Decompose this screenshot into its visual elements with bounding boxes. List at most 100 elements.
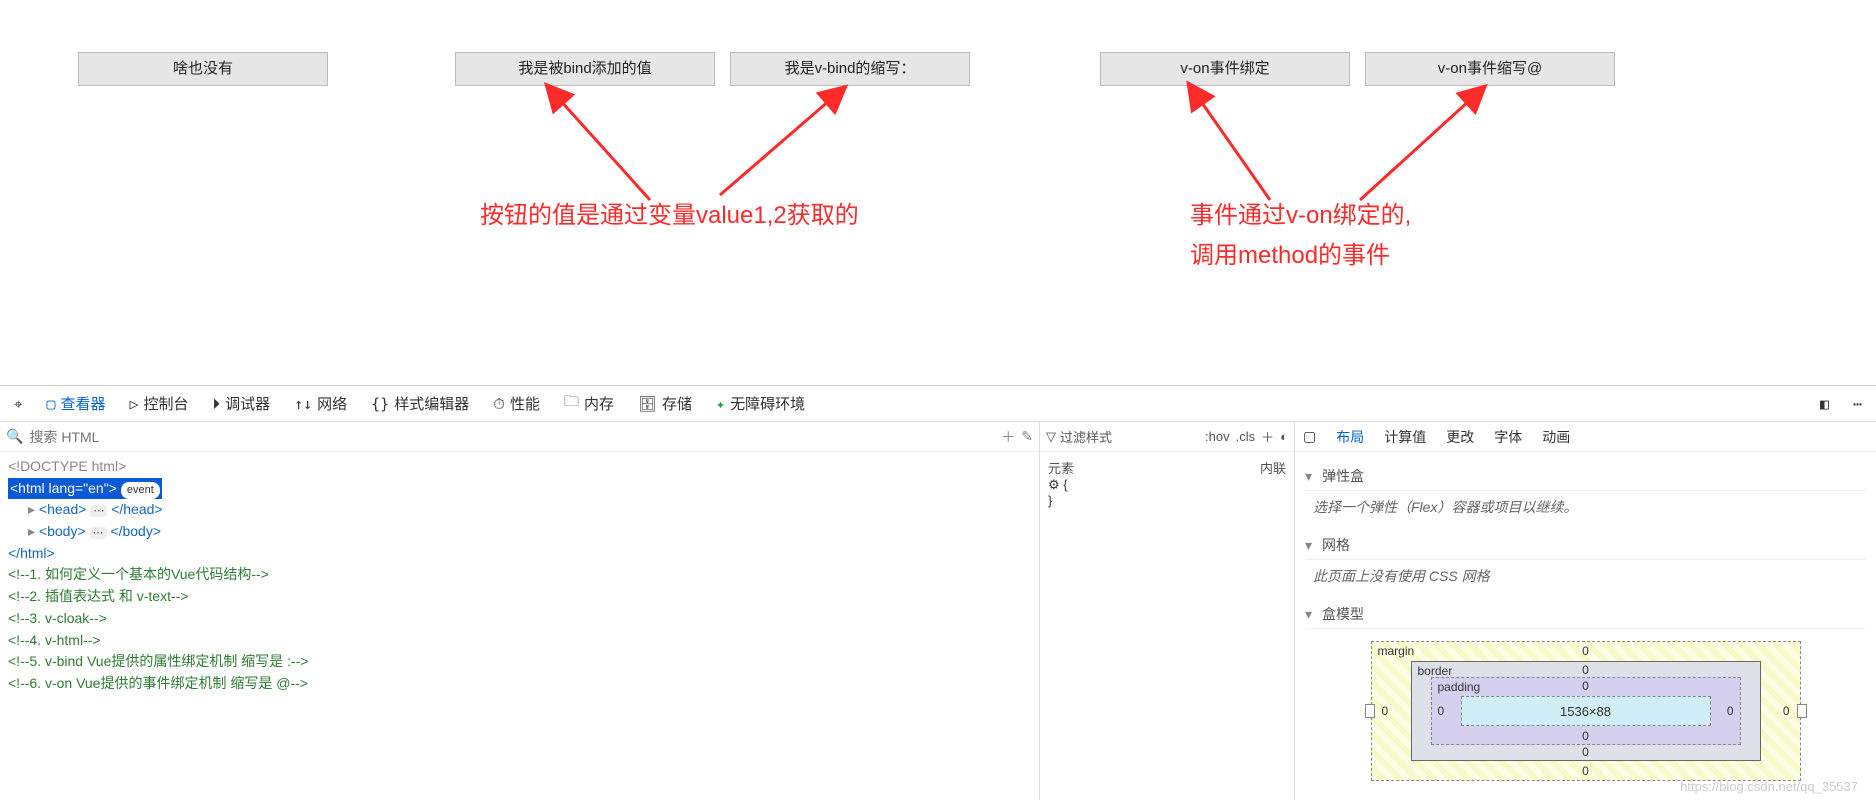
rule-close: } [1048, 493, 1286, 508]
tab-label: 内存 [584, 393, 614, 414]
show-boxmodel-icon[interactable]: ▢ [1303, 428, 1316, 445]
hov-toggle[interactable]: :hov [1205, 429, 1230, 444]
tab-inspector[interactable]: ▢ 查看器 [38, 389, 113, 418]
padding-right-value[interactable]: 0 [1727, 704, 1734, 718]
box-model-diagram[interactable]: margin 0 0 0 0 border 0 0 padding 0 0 [1371, 641, 1801, 781]
comment-node: <!--1. 如何定义一个基本的Vue代码结构--> [8, 566, 269, 582]
chevron-down-icon[interactable]: ▾ [1305, 468, 1316, 485]
new-rule-button[interactable]: ＋ [1261, 427, 1274, 446]
tab-debugger[interactable]: ⏵调试器 [205, 389, 279, 418]
style-icon: {} [371, 395, 389, 413]
memory-icon: 🗀 [564, 391, 579, 416]
comment-node: <!--2. 插值表达式 和 v-text--> [8, 588, 188, 604]
body-close: </body> [110, 523, 161, 539]
light-dark-icon[interactable]: ◐ [1280, 429, 1288, 444]
body-node[interactable]: <body> [39, 523, 86, 539]
padding-left-value[interactable]: 0 [1438, 704, 1445, 718]
grid-message: 此页面上没有使用 CSS 网格 [1305, 560, 1866, 596]
dock-icon: ◧ [1820, 395, 1829, 413]
a11y-icon: ✦ [716, 395, 725, 413]
subtab-changes[interactable]: 更改 [1446, 427, 1474, 447]
margin-bottom-value[interactable]: 0 [1582, 764, 1589, 778]
subtab-layout[interactable]: 布局 [1336, 427, 1364, 447]
network-icon: ↑↓ [294, 395, 312, 413]
border-bottom-value[interactable]: 0 [1582, 745, 1589, 759]
border-label: border [1418, 664, 1453, 678]
filter-icon: ▽ [1046, 429, 1056, 445]
chevron-down-icon[interactable]: ▾ [1305, 537, 1316, 554]
subtab-fonts[interactable]: 字体 [1494, 427, 1522, 447]
grid-heading: 网格 [1322, 535, 1350, 555]
border-top-value[interactable]: 0 [1582, 663, 1589, 677]
comment-node: <!--4. v-html--> [8, 632, 101, 648]
subtab-animations[interactable]: 动画 [1542, 427, 1570, 447]
doctype-node: <!DOCTYPE html> [8, 458, 126, 474]
tab-label: 性能 [510, 393, 540, 414]
dock-button[interactable]: ◧ [1812, 391, 1837, 417]
margin-right-value[interactable]: 0 [1783, 704, 1790, 718]
tab-label: 存储 [662, 393, 692, 414]
dom-tree[interactable]: <!DOCTYPE html> <html lang="en">event ▸ … [0, 452, 1039, 800]
devtools-panel: ⌖ ▢ 查看器 ▷ 控制台 ⏵调试器 ↑↓ 网络 {}样式编辑器 ⏱ 性能 🗀内存 🗄 存… [0, 385, 1876, 800]
cls-toggle[interactable]: .cls [1236, 429, 1256, 444]
tab-label: 控制台 [144, 393, 189, 414]
arrow-icon [0, 0, 1876, 315]
more-icon: ⋯ [1853, 395, 1862, 413]
picker-icon: ⌖ [14, 395, 22, 413]
margin-left-value[interactable]: 0 [1382, 704, 1389, 718]
flex-heading: 弹性盒 [1322, 466, 1364, 486]
storage-icon: 🗄 [638, 395, 657, 413]
tab-label: 查看器 [60, 393, 105, 414]
margin-top-value[interactable]: 0 [1582, 644, 1589, 658]
margin-label: margin [1378, 644, 1415, 658]
styles-panel: ▽过滤样式 :hov .cls ＋ ◐ 元素 内联 ⚙ { } [1040, 422, 1295, 800]
comment-node: <!--5. v-bind Vue提供的属性绑定机制 缩写是 :--> [8, 653, 309, 669]
watermark-text: https://blog.csdn.net/qq_35537 [1680, 779, 1858, 794]
perf-icon: ⏱ [493, 395, 505, 413]
chevron-down-icon[interactable]: ▾ [1305, 606, 1316, 623]
tab-performance[interactable]: ⏱ 性能 [485, 389, 548, 418]
resize-handle-icon[interactable] [1365, 704, 1375, 718]
filter-styles-input[interactable]: 过滤样式 [1060, 427, 1112, 446]
tab-network[interactable]: ↑↓ 网络 [286, 389, 355, 418]
html-node-selected[interactable]: <html lang="en">event [8, 478, 162, 500]
devtools-toolbar: ⌖ ▢ 查看器 ▷ 控制台 ⏵调试器 ↑↓ 网络 {}样式编辑器 ⏱ 性能 🗀内存 🗄 存… [0, 386, 1876, 422]
expand-icon[interactable]: ▸ [28, 501, 39, 517]
padding-bottom-value[interactable]: 0 [1582, 729, 1589, 743]
tab-memory[interactable]: 🗀内存 [556, 387, 622, 420]
element-label: 元素 [1048, 458, 1074, 477]
dom-tree-panel: 🔍 ＋ ✎ <!DOCTYPE html> <html lang="en">ev… [0, 422, 1040, 800]
element-picker-button[interactable]: ⌖ [6, 391, 30, 417]
content-size-value[interactable]: 1536×88 [1560, 704, 1611, 719]
debugger-icon: ⏵ [213, 395, 221, 413]
expand-icon[interactable]: ▸ [28, 523, 39, 539]
tab-label: 网络 [317, 393, 347, 414]
tab-accessibility[interactable]: ✦ 无障碍环境 [708, 389, 813, 418]
tab-label: 无障碍环境 [730, 393, 805, 414]
padding-top-value[interactable]: 0 [1582, 679, 1589, 693]
rule-selector[interactable]: ⚙ { [1048, 477, 1286, 493]
ellipsis-icon: ⋯ [90, 505, 107, 517]
resize-handle-icon[interactable] [1797, 704, 1807, 718]
eyedropper-icon[interactable]: ✎ [1021, 428, 1033, 445]
head-node[interactable]: <head> [39, 501, 87, 517]
flex-message: 选择一个弹性（Flex）容器或项目以继续。 [1305, 491, 1866, 527]
search-icon: 🔍 [6, 428, 23, 445]
event-badge[interactable]: event [121, 482, 160, 499]
tab-style-editor[interactable]: {}样式编辑器 [363, 389, 477, 418]
tab-console[interactable]: ▷ 控制台 [122, 389, 197, 418]
boxmodel-heading: 盒模型 [1322, 604, 1364, 624]
search-html-input[interactable] [29, 429, 995, 445]
inline-label: 内联 [1260, 458, 1286, 477]
padding-label: padding [1438, 680, 1481, 694]
tab-label: 调试器 [225, 393, 270, 414]
inspector-icon: ▢ [46, 395, 55, 413]
comment-node: <!--3. v-cloak--> [8, 610, 107, 626]
head-close: </head> [111, 501, 162, 517]
tab-storage[interactable]: 🗄 存储 [630, 389, 700, 418]
add-icon[interactable]: ＋ [1001, 427, 1015, 447]
subtab-computed[interactable]: 计算值 [1384, 427, 1426, 447]
console-icon: ▷ [130, 395, 139, 413]
more-button[interactable]: ⋯ [1845, 391, 1870, 417]
page-demo-area: 啥也没有 我是被bind添加的值 我是v-bind的缩写： v-on事件绑定 v… [0, 0, 1876, 315]
